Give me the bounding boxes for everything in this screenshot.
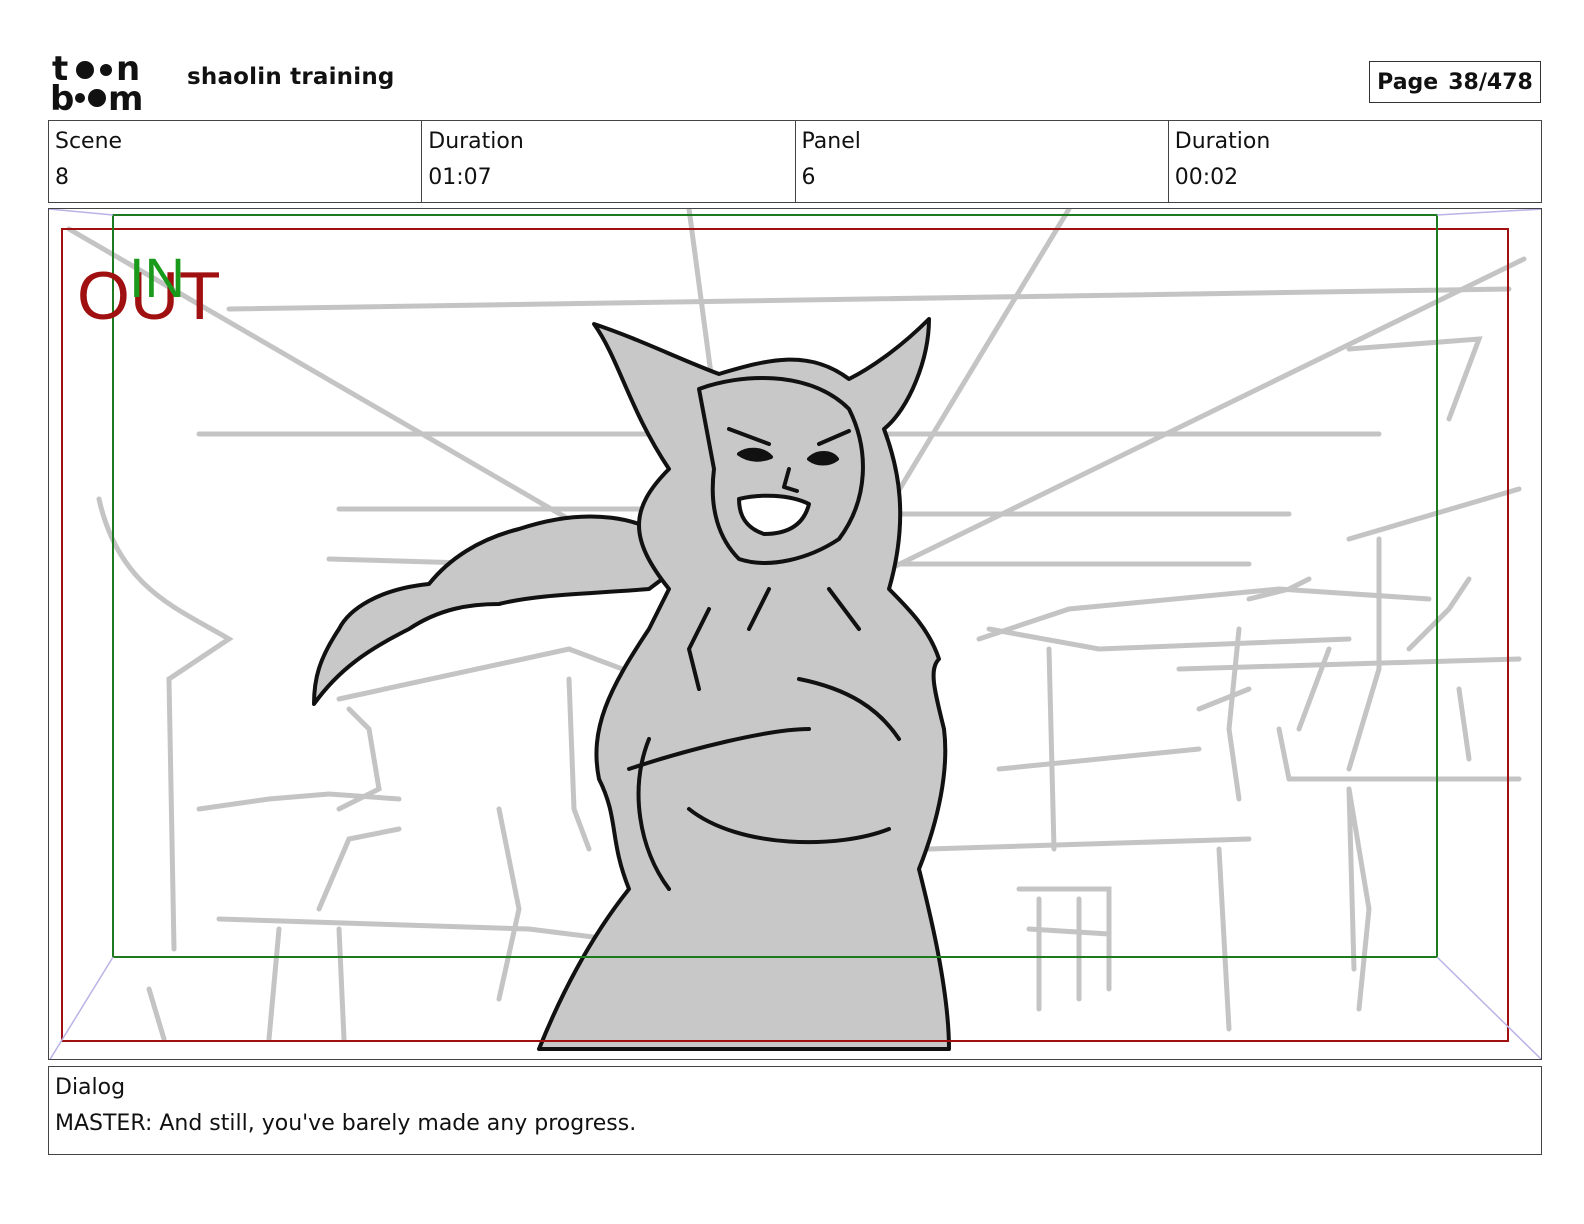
dialog-text: MASTER: And still, you've barely made an… xyxy=(55,1111,637,1136)
scene-value: 8 xyxy=(55,165,69,190)
panel-label: Panel xyxy=(801,129,861,154)
panel-drawing: OUT IN xyxy=(49,209,1541,1059)
panel-duration-cell: Duration 00:02 xyxy=(1169,121,1541,202)
project-title: shaolin training xyxy=(187,64,395,90)
dialog-box: Dialog MASTER: And still, you've barely … xyxy=(48,1066,1542,1155)
in-label: IN xyxy=(129,246,185,309)
page-label: Page xyxy=(1377,69,1439,95)
page-number: 38/478 xyxy=(1448,69,1533,95)
panel-duration-label: Duration xyxy=(1174,129,1271,154)
scene-cell: Scene 8 xyxy=(49,121,423,202)
storyboard-panel: OUT IN xyxy=(48,208,1542,1060)
panel-cell: Panel 6 xyxy=(796,121,1169,202)
panel-duration-value: 00:02 xyxy=(1174,165,1239,190)
page-indicator: Page 38/478 xyxy=(1369,61,1541,103)
toon-boom-logo: t n b m xyxy=(50,50,143,112)
panel-value: 6 xyxy=(801,165,816,190)
scene-info-table: Scene 8 Duration 01:07 Panel 6 Duration … xyxy=(48,120,1542,203)
scene-duration-label: Duration xyxy=(428,129,524,154)
dialog-label: Dialog xyxy=(55,1075,126,1100)
svg-text:b: b xyxy=(50,79,74,112)
scene-duration-cell: Duration 01:07 xyxy=(422,121,796,202)
scene-duration-value: 01:07 xyxy=(428,165,492,190)
svg-text:m: m xyxy=(108,79,143,112)
scene-label: Scene xyxy=(55,129,123,154)
